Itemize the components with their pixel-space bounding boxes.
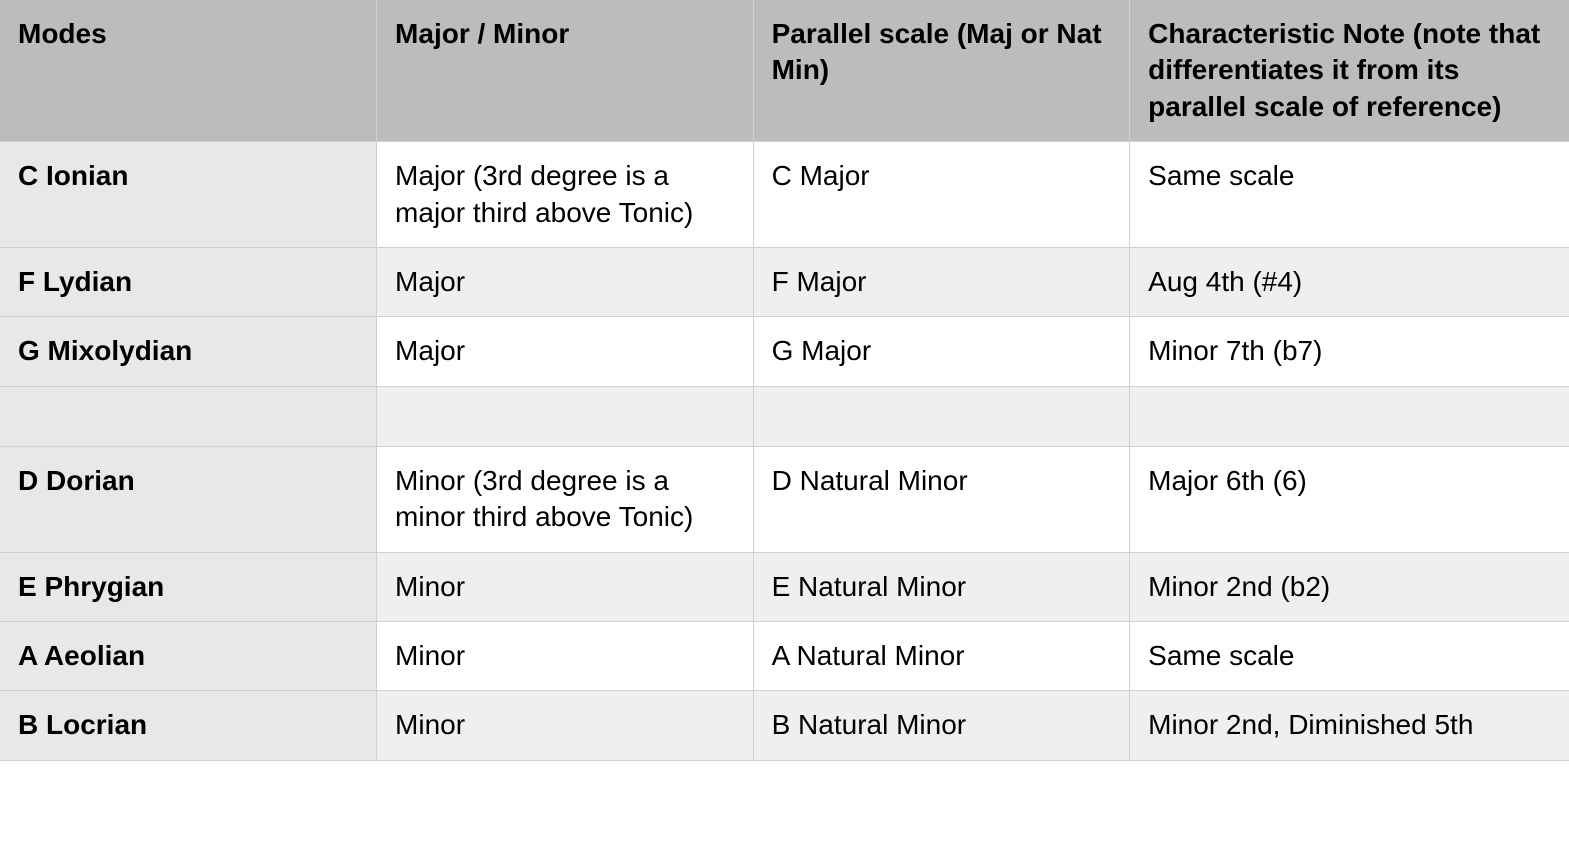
cell-quality: Minor [377,691,754,760]
cell-quality: Minor [377,621,754,690]
cell-mode: D Dorian [0,446,377,552]
cell-parallel: G Major [753,317,1130,386]
table-row: B Locrian Minor B Natural Minor Minor 2n… [0,691,1569,760]
cell-characteristic: Minor 2nd (b2) [1130,552,1569,621]
cell-parallel: C Major [753,142,1130,248]
cell-quality: Major [377,247,754,316]
table-row: A Aeolian Minor A Natural Minor Same sca… [0,621,1569,690]
cell-characteristic [1130,386,1569,446]
table-row: E Phrygian Minor E Natural Minor Minor 2… [0,552,1569,621]
cell-quality: Minor [377,552,754,621]
header-characteristic: Characteristic Note (note that different… [1130,0,1569,142]
cell-mode: A Aeolian [0,621,377,690]
table-row-spacer [0,386,1569,446]
cell-characteristic: Minor 2nd, Diminished 5th [1130,691,1569,760]
cell-mode: F Lydian [0,247,377,316]
table-header-row: Modes Major / Minor Parallel scale (Maj … [0,0,1569,142]
table-row: C Ionian Major (3rd degree is a major th… [0,142,1569,248]
cell-parallel [753,386,1130,446]
cell-quality [377,386,754,446]
cell-parallel: F Major [753,247,1130,316]
header-modes: Modes [0,0,377,142]
table-row: G Mixolydian Major G Major Minor 7th (b7… [0,317,1569,386]
cell-mode: C Ionian [0,142,377,248]
cell-characteristic: Aug 4th (#4) [1130,247,1569,316]
header-major-minor: Major / Minor [377,0,754,142]
cell-quality: Major [377,317,754,386]
cell-parallel: E Natural Minor [753,552,1130,621]
cell-mode: G Mixolydian [0,317,377,386]
cell-mode: E Phrygian [0,552,377,621]
modes-table: Modes Major / Minor Parallel scale (Maj … [0,0,1569,761]
table-row: D Dorian Minor (3rd degree is a minor th… [0,446,1569,552]
cell-quality: Major (3rd degree is a major third above… [377,142,754,248]
cell-characteristic: Same scale [1130,621,1569,690]
table-row: F Lydian Major F Major Aug 4th (#4) [0,247,1569,316]
cell-parallel: A Natural Minor [753,621,1130,690]
cell-mode: B Locrian [0,691,377,760]
cell-characteristic: Minor 7th (b7) [1130,317,1569,386]
cell-characteristic: Same scale [1130,142,1569,248]
header-parallel: Parallel scale (Maj or Nat Min) [753,0,1130,142]
cell-mode [0,386,377,446]
cell-characteristic: Major 6th (6) [1130,446,1569,552]
cell-parallel: B Natural Minor [753,691,1130,760]
cell-quality: Minor (3rd degree is a minor third above… [377,446,754,552]
cell-parallel: D Natural Minor [753,446,1130,552]
